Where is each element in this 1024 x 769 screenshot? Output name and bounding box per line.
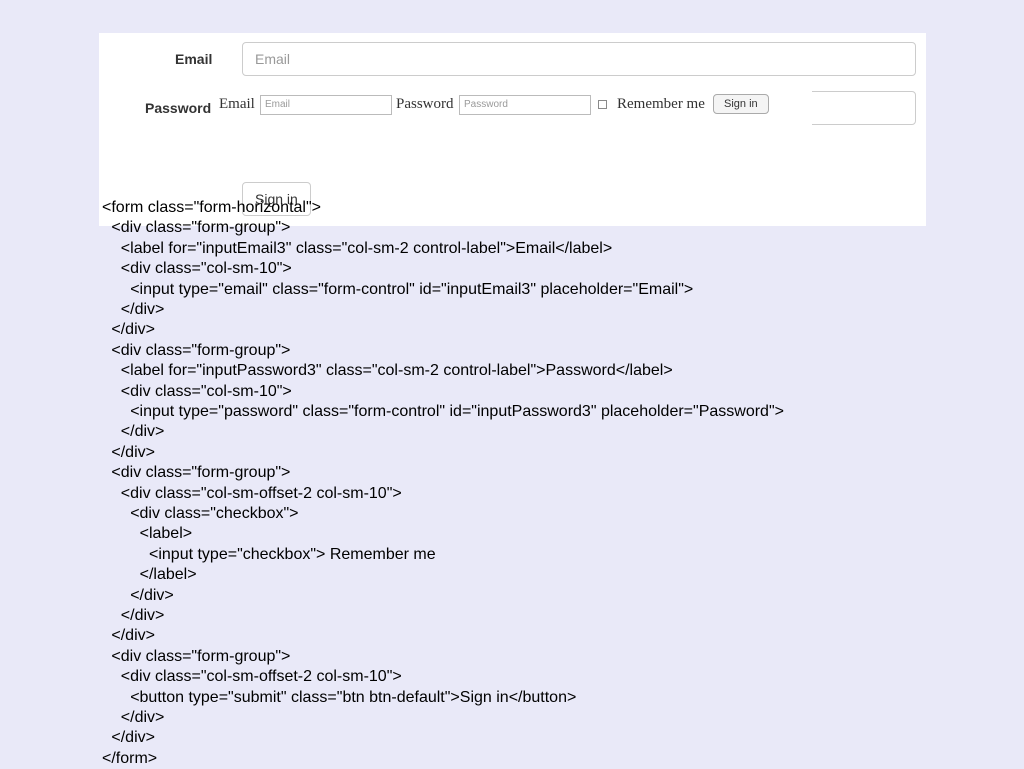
code-line: </div> — [120, 423, 165, 441]
code-line: <label for="inputPassword3" class="col-s… — [120, 362, 673, 380]
inline-password-input[interactable]: Password — [459, 95, 591, 115]
code-line: <div class="col-sm-offset-2 col-sm-10"> — [120, 484, 402, 502]
inline-email-input[interactable]: Email — [260, 95, 392, 115]
code-line: <div class="form-group"> — [111, 219, 291, 237]
code-line: </div> — [120, 301, 165, 318]
password-label: Password — [145, 100, 212, 116]
code-line: </div> — [111, 443, 155, 461]
code-line: </div> — [111, 729, 155, 747]
code-line: </label> — [139, 566, 197, 584]
code-line: </div> — [130, 586, 174, 604]
code-line: <input type="checkbox"> Remember me — [149, 545, 436, 563]
remember-label: Remember me — [617, 96, 705, 112]
code-line: <div class="col-sm-10"> — [120, 260, 292, 278]
code-line: <label> — [139, 525, 193, 543]
code-line: <div class="checkbox"> — [130, 505, 299, 522]
code-line: </div> — [111, 321, 155, 339]
remember-checkbox[interactable] — [598, 100, 607, 109]
code-line: <input type="email" class="form-control"… — [130, 280, 694, 298]
code-line: <label for="inputEmail3" class="col-sm-2… — [120, 239, 613, 257]
code-line: <button type="submit" class="btn btn-def… — [130, 688, 577, 706]
code-line: </div> — [120, 709, 165, 726]
code-line: </form> — [102, 749, 158, 767]
email-label: Email — [175, 51, 213, 67]
code-line: <div class="col-sm-10"> — [120, 382, 292, 400]
code-line: <div class="form-group"> — [111, 464, 291, 482]
code-line: <form class="form-horizontal"> — [102, 199, 321, 216]
inline-form: Email Email Password Password Remember m… — [215, 88, 812, 128]
code-line: <div class="form-group"> — [111, 647, 291, 665]
code-line: <input type="password" class="form-contr… — [130, 403, 784, 420]
code-line: <div class="col-sm-offset-2 col-sm-10"> — [120, 668, 402, 686]
code-line: </div> — [111, 627, 155, 645]
code-line: </div> — [120, 607, 165, 624]
code-line: <div class="form-group"> — [111, 341, 291, 359]
inline-password-label: Password — [396, 96, 454, 112]
email-input[interactable]: Email — [242, 42, 916, 76]
inline-sign-in-button[interactable]: Sign in — [713, 94, 769, 114]
inline-email-label: Email — [219, 96, 255, 112]
